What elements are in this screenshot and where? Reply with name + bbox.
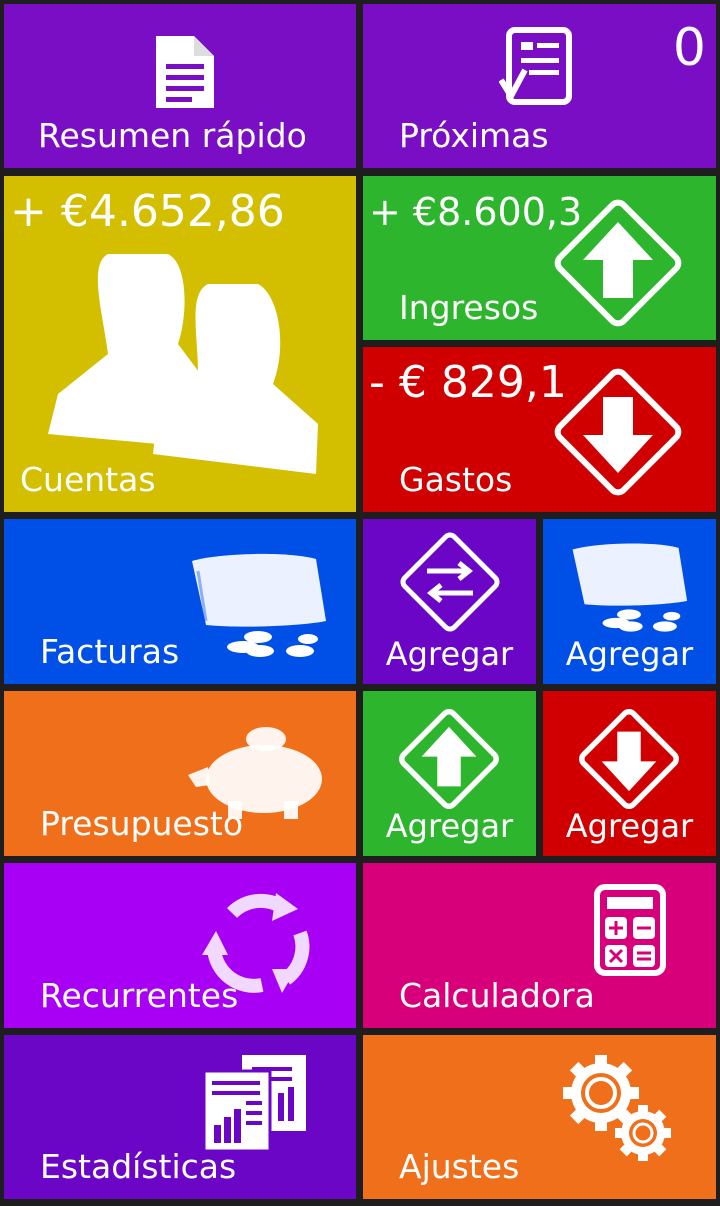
tile-calculadora[interactable]: Calculadora	[363, 863, 716, 1028]
agregar-ingreso-label: Agregar	[385, 807, 514, 845]
arrow-down-diamond-icon	[554, 368, 682, 496]
resumen-rapido-label: Resumen rápido	[38, 116, 307, 155]
tile-presupuesto[interactable]: Presupuesto	[4, 691, 356, 856]
proximas-count: 0	[672, 18, 706, 78]
checklist-icon	[499, 27, 572, 105]
estadisticas-label: Estadísticas	[40, 1147, 237, 1186]
agregar-gasto-label: Agregar	[565, 807, 694, 845]
agregar-transferencia-label: Agregar	[385, 635, 514, 673]
arrow-down-diamond-icon	[579, 709, 679, 809]
gastos-label: Gastos	[399, 460, 513, 499]
cuentas-label: Cuentas	[20, 460, 156, 499]
tile-agregar-ingreso[interactable]: Agregar	[363, 691, 536, 856]
ingresos-label: Ingresos	[399, 288, 539, 327]
tile-proximas[interactable]: 0 Próximas	[363, 4, 716, 168]
transfer-diamond-icon	[400, 532, 500, 632]
tile-cuentas[interactable]: + €4.652,86 Cuentas	[4, 176, 356, 512]
presupuesto-label: Presupuesto	[40, 804, 244, 843]
document-icon	[156, 36, 214, 108]
calculadora-label: Calculadora	[399, 976, 595, 1015]
facturas-label: Facturas	[40, 632, 180, 671]
gastos-amount: - € 829,1	[369, 357, 567, 408]
statistics-report-icon	[202, 1055, 306, 1153]
calculator-icon	[594, 884, 666, 976]
arrow-up-diamond-icon	[399, 709, 499, 809]
tile-estadisticas[interactable]: Estadísticas	[4, 1035, 356, 1199]
recurrentes-label: Recurrentes	[40, 976, 239, 1015]
tile-resumen-rapido[interactable]: Resumen rápido	[4, 4, 356, 168]
cuentas-amount: + €4.652,86	[10, 186, 285, 237]
wallet-coins-icon	[572, 543, 688, 632]
arrow-up-diamond-icon	[554, 199, 682, 327]
tile-facturas[interactable]: Facturas	[4, 519, 356, 684]
tile-ajustes[interactable]: Ajustes	[363, 1035, 716, 1199]
gears-icon	[563, 1055, 671, 1161]
tile-agregar-factura[interactable]: Agregar	[543, 519, 716, 684]
proximas-label: Próximas	[399, 116, 549, 155]
tile-ingresos[interactable]: + €8.600,3 Ingresos	[363, 176, 716, 340]
tile-agregar-transferencia[interactable]: Agregar	[363, 519, 536, 684]
tile-recurrentes[interactable]: Recurrentes	[4, 863, 356, 1028]
agregar-factura-label: Agregar	[565, 635, 694, 673]
tile-gastos[interactable]: - € 829,1 Gastos	[363, 347, 716, 512]
people-icon	[48, 254, 318, 474]
wallet-coins-icon	[192, 553, 326, 657]
ajustes-label: Ajustes	[399, 1147, 520, 1186]
tile-agregar-gasto[interactable]: Agregar	[543, 691, 716, 856]
